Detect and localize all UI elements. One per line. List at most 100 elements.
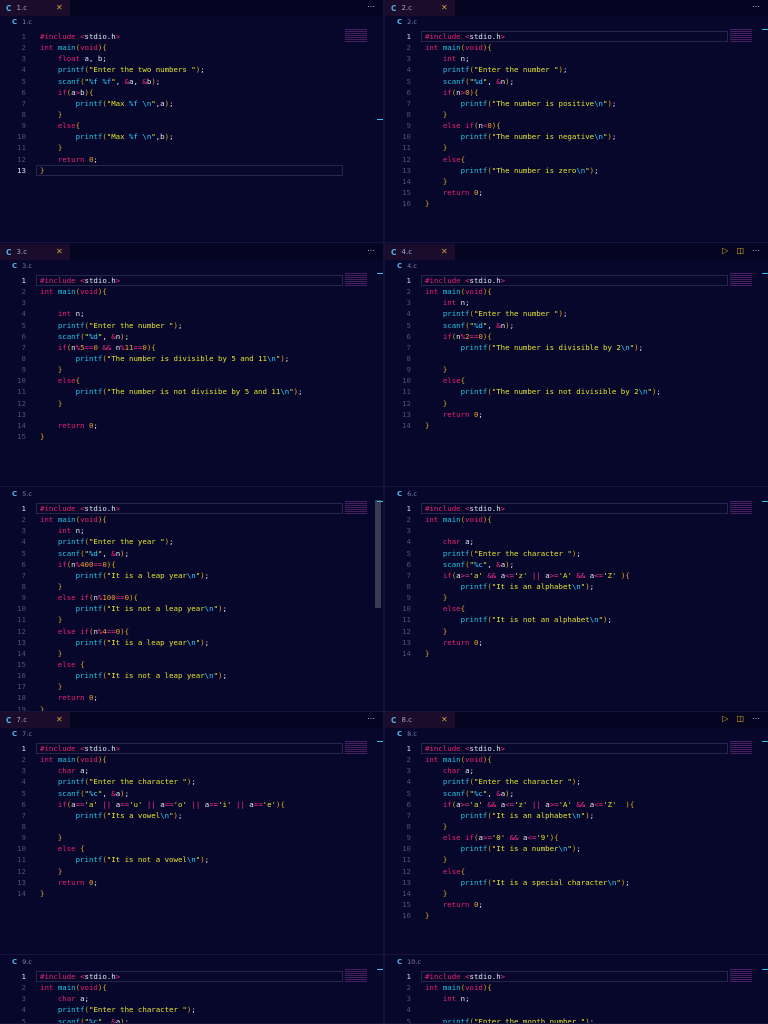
breadcrumb[interactable]: C 9.c [12, 958, 32, 966]
minimap[interactable] [730, 273, 752, 287]
code-line[interactable]: 9 } [0, 364, 383, 375]
run-icon[interactable]: ▷ [722, 246, 728, 255]
code-line[interactable]: 3 float a, b; [0, 53, 383, 64]
more-actions-icon[interactable]: ⋯ [367, 2, 375, 11]
code-line[interactable]: 3 int n; [385, 53, 768, 64]
code-line[interactable]: 13} [0, 164, 383, 176]
code-line[interactable]: 5 scanf("%c", &a); [0, 1016, 383, 1023]
code-line[interactable]: 2 int main(void){ [385, 514, 768, 525]
code-line[interactable]: 11 printf("The number is not divisible b… [385, 386, 768, 397]
code-line[interactable]: 5 scanf("%f %f", &a, &b); [0, 76, 383, 87]
code-line[interactable]: 10 printf("It is a number\n"); [385, 843, 768, 854]
code-line[interactable]: 10 else{ [385, 603, 768, 614]
scrollbar[interactable] [375, 500, 381, 608]
code-line[interactable]: 6 if(a=='a' || a=='u' || a=='o' || a=='i… [0, 799, 383, 810]
code-line[interactable]: 4 printf("Enter the number "); [385, 308, 768, 319]
code-area[interactable]: 1 #include <stdio.h> 2 int main(void){3 cha… [0, 743, 383, 899]
close-icon[interactable]: ✕ [441, 247, 448, 256]
code-line[interactable]: 16} [385, 910, 768, 921]
code-line[interactable]: 9 } [385, 364, 768, 375]
split-editor-icon[interactable]: ◫ [736, 714, 744, 723]
code-line[interactable]: 10 printf("The number is negative\n"); [385, 131, 768, 142]
code-line[interactable]: 3 int n; [385, 297, 768, 308]
code-line[interactable]: 8 [385, 353, 768, 364]
code-line[interactable]: 11 } [385, 142, 768, 153]
code-line[interactable]: 5 scanf("%c", &a); [0, 788, 383, 799]
minimap[interactable] [345, 501, 367, 515]
code-area[interactable]: 1 #include <stdio.h> 2 int main(void){3 int… [385, 971, 768, 1023]
breadcrumb[interactable]: C 8.c [397, 730, 417, 738]
code-line[interactable]: 9 } [0, 832, 383, 843]
breadcrumb[interactable]: C 2.c [397, 18, 417, 26]
minimap[interactable] [345, 969, 367, 983]
code-area[interactable]: 1 #include <stdio.h> 2 int main(void){3 4 in… [0, 275, 383, 442]
breadcrumb[interactable]: C 10.c [397, 958, 421, 966]
minimap[interactable] [345, 741, 367, 755]
code-line[interactable]: 4 printf("Enter the number "); [385, 64, 768, 75]
code-line[interactable]: 1 #include <stdio.h> [385, 503, 768, 515]
code-area[interactable]: 1 #include <stdio.h> 2 int main(void){3 cha… [0, 971, 383, 1023]
code-line[interactable]: 2 int main(void){ [0, 754, 383, 765]
code-area[interactable]: 1 #include <stdio.h> 2 int main(void){3 int… [385, 275, 768, 431]
code-line[interactable]: 9 else{ [0, 120, 383, 131]
breadcrumb[interactable]: C 3.c [12, 262, 32, 270]
minimap[interactable] [345, 273, 367, 287]
code-line[interactable]: 15 return 0; [385, 187, 768, 198]
more-actions-icon[interactable]: ⋯ [367, 246, 375, 255]
code-line[interactable]: 1 #include <stdio.h> [385, 275, 768, 287]
code-line[interactable]: 7 printf("The number is divisible by 2\n… [385, 342, 768, 353]
code-line[interactable]: 2 int main(void){ [0, 42, 383, 53]
code-line[interactable]: 4 printf("Enter the character "); [0, 776, 383, 787]
code-line[interactable]: 12 } [385, 626, 768, 637]
code-line[interactable]: 5 scanf("%d", &n); [385, 320, 768, 331]
breadcrumb[interactable]: C 5.c [12, 490, 32, 498]
more-actions-icon[interactable]: ⋯ [752, 246, 760, 255]
code-line[interactable]: 16} [385, 198, 768, 209]
code-line[interactable]: 14 } [385, 888, 768, 899]
code-line[interactable]: 9 else if(n<0){ [385, 120, 768, 131]
code-line[interactable]: 10 else{ [385, 375, 768, 386]
code-line[interactable]: 4 char a; [385, 536, 768, 547]
code-line[interactable]: 5 printf("Enter the character "); [385, 548, 768, 559]
code-line[interactable]: 5 scanf("%d", &n); [385, 76, 768, 87]
close-icon[interactable]: ✕ [56, 247, 63, 256]
code-line[interactable]: 12 return 0; [0, 154, 383, 165]
more-actions-icon[interactable]: ⋯ [752, 2, 760, 11]
code-line[interactable]: 4 printf("Enter the year "); [0, 536, 383, 547]
code-line[interactable]: 15} [0, 431, 383, 442]
code-line[interactable]: 14} [385, 420, 768, 431]
tab-7-c[interactable]: C 7.c ✕ [0, 712, 70, 728]
code-line[interactable]: 3 int n; [0, 525, 383, 536]
minimap[interactable] [730, 29, 752, 43]
code-line[interactable]: 9 } [385, 592, 768, 603]
run-icon[interactable]: ▷ [722, 714, 728, 723]
code-line[interactable]: 1 #include <stdio.h> [0, 275, 383, 287]
code-line[interactable]: 1 #include <stdio.h> [385, 31, 768, 43]
code-area[interactable]: 1 #include <stdio.h> 2 int main(void){3 int… [0, 503, 383, 711]
code-line[interactable]: 17 } [0, 681, 383, 692]
code-line[interactable]: 15 return 0; [385, 899, 768, 910]
code-line[interactable]: 8 } [0, 581, 383, 592]
code-line[interactable]: 11 } [385, 854, 768, 865]
code-line[interactable]: 12 } [0, 866, 383, 877]
code-line[interactable]: 3 [385, 525, 768, 536]
code-line[interactable]: 10 else { [0, 843, 383, 854]
code-line[interactable]: 6 if(a>b){ [0, 87, 383, 98]
code-line[interactable]: 6 if(n>0){ [385, 87, 768, 98]
code-line[interactable]: 1 #include <stdio.h> [0, 971, 383, 983]
code-line[interactable]: 7 printf("It is a leap year\n"); [0, 570, 383, 581]
code-line[interactable]: 7 printf("The number is positive\n"); [385, 98, 768, 109]
code-line[interactable]: 18 return 0; [0, 692, 383, 703]
code-line[interactable]: 7 printf("Max %f \n",a); [0, 98, 383, 109]
breadcrumb[interactable]: C 1.c [12, 18, 32, 26]
code-line[interactable]: 3 char a; [0, 765, 383, 776]
code-line[interactable]: 13 printf("It is a leap year\n"); [0, 637, 383, 648]
code-line[interactable]: 3 char a; [385, 765, 768, 776]
code-line[interactable]: 6 if(n%2==0){ [385, 331, 768, 342]
code-line[interactable]: 5 scanf("%d", &n); [0, 548, 383, 559]
breadcrumb[interactable]: C 4.c [397, 262, 417, 270]
code-line[interactable]: 9 else if(a>='0' && a<='9'){ [385, 832, 768, 843]
breadcrumb[interactable]: C 6.c [397, 490, 417, 498]
code-line[interactable]: 12 } [385, 398, 768, 409]
code-line[interactable]: 7 printf("Its a vowel\n"); [0, 810, 383, 821]
